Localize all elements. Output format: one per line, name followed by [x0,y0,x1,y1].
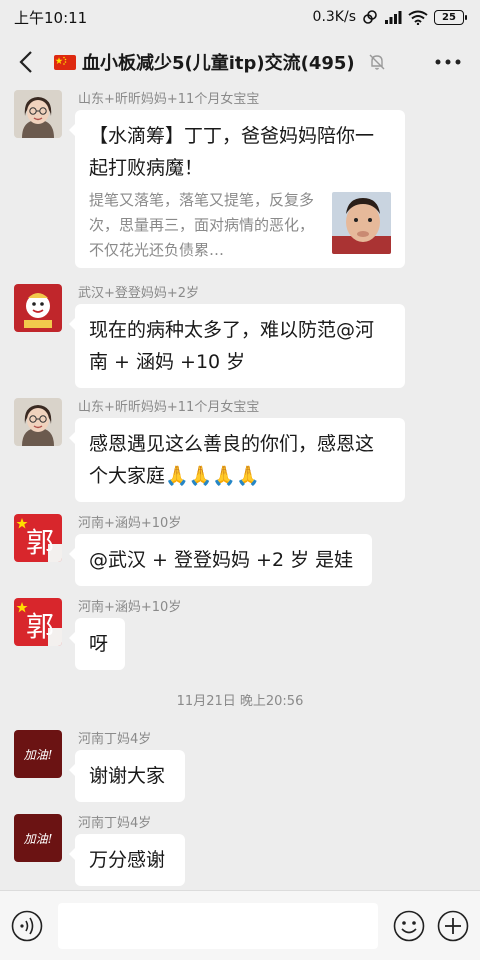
wifi-icon [408,10,428,25]
sender-name: 河南+涵妈+10岁 [78,600,182,615]
network-speed: 0.3K/s [312,9,356,25]
sender-name: 河南+涵妈+10岁 [78,516,182,531]
avatar[interactable]: 加油! [14,730,62,778]
chat-message-list[interactable]: 山东+昕昕妈妈+11个月女宝宝 【水滴筹】丁丁，爸爸妈妈陪你一起打败病魔！ 提笔… [0,90,480,890]
card-title: 【水滴筹】丁丁，爸爸妈妈陪你一起打败病魔！ [89,125,375,179]
link-icon [363,10,377,24]
back-arrow-icon [19,51,32,73]
guo-glyph: 郭 [26,610,54,643]
message-bubble[interactable]: 现在的病种太多了，难以防范@河南 + 涵妈 +10 岁 [69,304,405,388]
card-body: 提笔又落笔，落笔又提笔，反复多次，思量再三，面对病情的恶化，不仅花光还负债累… [89,188,391,263]
woman-with-glasses-avatar-icon [14,90,62,138]
avatar[interactable] [14,284,62,332]
emoji-smile-icon [393,910,425,941]
signal-icon [385,11,402,24]
back-button[interactable] [12,42,40,82]
status-indicators: 0.3K/s 25 [312,9,467,25]
chat-header: 血小板减少5(儿童itp)交流(495) [0,34,480,90]
sender-name: 河南丁妈4岁 [78,732,152,747]
message-bubble[interactable]: 感恩遇见这么善良的你们，感恩这个大家庭🙏🙏🙏🙏 [69,418,405,502]
avatar[interactable]: 加油! [14,814,62,862]
message-input-bar [0,890,480,960]
sender-name: 河南丁妈4岁 [78,816,152,831]
chat-title[interactable]: 血小板减少5(儿童itp)交流(495) [54,49,420,75]
card-description: 提笔又落笔，落笔又提笔，反复多次，思量再三，面对病情的恶化，不仅花光还负债累… [89,191,315,259]
avatar[interactable]: 郭 [14,598,62,646]
battery-icon: 25 [434,9,467,25]
group-name: 血小板减少5(儿童itp)交流(495) [82,53,355,74]
jiayou-calligraphy-avatar-icon: 加油! [14,814,62,862]
child-photo-thumbnail-icon [332,192,391,254]
avatar[interactable]: 郭 [14,514,62,562]
card-thumbnail [332,192,391,254]
more-options-button[interactable] [428,42,468,82]
avatar[interactable] [14,398,62,446]
mute-bell-icon [369,54,385,70]
message-bubble[interactable]: 呀 [69,618,125,670]
more-functions-button[interactable] [436,909,470,943]
guo-glyph: 郭 [26,526,54,559]
plus-circle-icon [437,910,469,941]
sender-name: 山东+昕昕妈妈+11个月女宝宝 [78,92,260,107]
more-dots-icon [435,59,461,65]
message-text-input[interactable] [58,902,378,949]
guo-character-avatar-icon: 郭 [14,598,62,646]
sender-name: 山东+昕昕妈妈+11个月女宝宝 [78,400,260,415]
voice-input-button[interactable] [10,909,44,943]
avatar[interactable] [14,90,62,138]
message-bubble[interactable]: @武汉 + 登登妈妈 +2 岁 是娃 [69,534,372,586]
message-timestamp: 11月21日 晚上20:56 [176,694,304,709]
sender-name: 武汉+登登妈妈+2岁 [78,286,200,301]
jiayou-glyph: 加油! [24,832,53,846]
message-bubble[interactable]: 谢谢大家 [69,750,185,802]
guo-character-avatar-icon: 郭 [14,514,62,562]
cartoon-red-avatar-icon [14,284,62,332]
woman-with-glasses-avatar-icon [14,398,62,446]
china-flag-icon [54,54,76,70]
jiayou-calligraphy-avatar-icon: 加油! [14,730,62,778]
emoji-button[interactable] [392,909,426,943]
message-bubble[interactable]: 万分感谢 [69,834,185,886]
jiayou-glyph: 加油! [24,748,53,762]
status-bar: 上午10:11 0.3K/s 25 [0,0,480,34]
status-time: 上午10:11 [14,8,88,27]
voice-icon [11,910,43,941]
shared-link-card[interactable]: 【水滴筹】丁丁，爸爸妈妈陪你一起打败病魔！ 提笔又落笔，落笔又提笔，反复多次，思… [69,110,405,268]
